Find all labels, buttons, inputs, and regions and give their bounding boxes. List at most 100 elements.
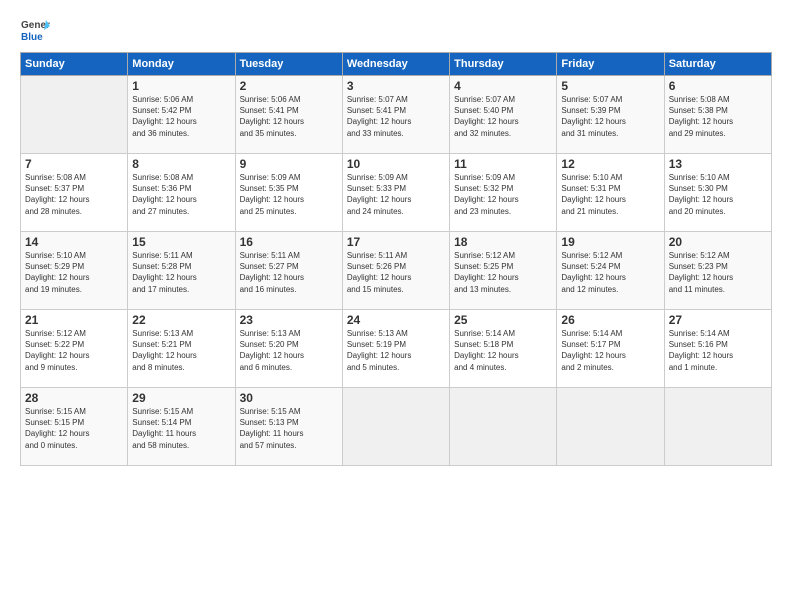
day-info: Sunrise: 5:07 AM Sunset: 5:41 PM Dayligh… [347,94,445,139]
day-number: 20 [669,235,767,249]
day-number: 26 [561,313,659,327]
calendar-table: SundayMondayTuesdayWednesdayThursdayFrid… [20,52,772,466]
header: General Blue [20,16,772,42]
day-info: Sunrise: 5:09 AM Sunset: 5:32 PM Dayligh… [454,172,552,217]
day-number: 15 [132,235,230,249]
day-number: 28 [25,391,123,405]
day-cell: 25Sunrise: 5:14 AM Sunset: 5:18 PM Dayli… [450,310,557,388]
day-cell: 9Sunrise: 5:09 AM Sunset: 5:35 PM Daylig… [235,154,342,232]
week-row-2: 7Sunrise: 5:08 AM Sunset: 5:37 PM Daylig… [21,154,772,232]
col-header-monday: Monday [128,53,235,76]
day-number: 16 [240,235,338,249]
day-number: 23 [240,313,338,327]
day-number: 6 [669,79,767,93]
day-info: Sunrise: 5:13 AM Sunset: 5:19 PM Dayligh… [347,328,445,373]
day-number: 12 [561,157,659,171]
day-info: Sunrise: 5:11 AM Sunset: 5:27 PM Dayligh… [240,250,338,295]
day-info: Sunrise: 5:08 AM Sunset: 5:36 PM Dayligh… [132,172,230,217]
day-number: 3 [347,79,445,93]
day-info: Sunrise: 5:14 AM Sunset: 5:18 PM Dayligh… [454,328,552,373]
week-row-1: 1Sunrise: 5:06 AM Sunset: 5:42 PM Daylig… [21,76,772,154]
logo: General Blue [20,16,50,42]
day-info: Sunrise: 5:10 AM Sunset: 5:31 PM Dayligh… [561,172,659,217]
day-cell [450,388,557,466]
day-number: 18 [454,235,552,249]
day-info: Sunrise: 5:13 AM Sunset: 5:21 PM Dayligh… [132,328,230,373]
day-cell: 1Sunrise: 5:06 AM Sunset: 5:42 PM Daylig… [128,76,235,154]
day-number: 9 [240,157,338,171]
day-cell: 3Sunrise: 5:07 AM Sunset: 5:41 PM Daylig… [342,76,449,154]
day-cell [342,388,449,466]
day-cell: 21Sunrise: 5:12 AM Sunset: 5:22 PM Dayli… [21,310,128,388]
day-cell: 8Sunrise: 5:08 AM Sunset: 5:36 PM Daylig… [128,154,235,232]
day-number: 27 [669,313,767,327]
col-header-friday: Friday [557,53,664,76]
week-row-4: 21Sunrise: 5:12 AM Sunset: 5:22 PM Dayli… [21,310,772,388]
day-cell: 20Sunrise: 5:12 AM Sunset: 5:23 PM Dayli… [664,232,771,310]
day-number: 22 [132,313,230,327]
svg-text:Blue: Blue [21,32,43,42]
day-info: Sunrise: 5:09 AM Sunset: 5:33 PM Dayligh… [347,172,445,217]
day-info: Sunrise: 5:15 AM Sunset: 5:15 PM Dayligh… [25,406,123,451]
day-info: Sunrise: 5:13 AM Sunset: 5:20 PM Dayligh… [240,328,338,373]
day-cell: 14Sunrise: 5:10 AM Sunset: 5:29 PM Dayli… [21,232,128,310]
day-info: Sunrise: 5:12 AM Sunset: 5:22 PM Dayligh… [25,328,123,373]
day-info: Sunrise: 5:12 AM Sunset: 5:25 PM Dayligh… [454,250,552,295]
col-header-sunday: Sunday [21,53,128,76]
day-number: 13 [669,157,767,171]
day-number: 30 [240,391,338,405]
day-info: Sunrise: 5:12 AM Sunset: 5:24 PM Dayligh… [561,250,659,295]
day-info: Sunrise: 5:11 AM Sunset: 5:26 PM Dayligh… [347,250,445,295]
day-info: Sunrise: 5:08 AM Sunset: 5:37 PM Dayligh… [25,172,123,217]
day-number: 17 [347,235,445,249]
day-cell: 18Sunrise: 5:12 AM Sunset: 5:25 PM Dayli… [450,232,557,310]
day-info: Sunrise: 5:15 AM Sunset: 5:13 PM Dayligh… [240,406,338,451]
day-number: 24 [347,313,445,327]
day-cell: 28Sunrise: 5:15 AM Sunset: 5:15 PM Dayli… [21,388,128,466]
day-info: Sunrise: 5:10 AM Sunset: 5:29 PM Dayligh… [25,250,123,295]
day-cell: 13Sunrise: 5:10 AM Sunset: 5:30 PM Dayli… [664,154,771,232]
day-cell [664,388,771,466]
day-info: Sunrise: 5:15 AM Sunset: 5:14 PM Dayligh… [132,406,230,451]
day-cell: 19Sunrise: 5:12 AM Sunset: 5:24 PM Dayli… [557,232,664,310]
day-cell: 30Sunrise: 5:15 AM Sunset: 5:13 PM Dayli… [235,388,342,466]
day-info: Sunrise: 5:11 AM Sunset: 5:28 PM Dayligh… [132,250,230,295]
day-info: Sunrise: 5:09 AM Sunset: 5:35 PM Dayligh… [240,172,338,217]
logo-icon: General Blue [20,16,50,42]
day-number: 14 [25,235,123,249]
day-cell: 5Sunrise: 5:07 AM Sunset: 5:39 PM Daylig… [557,76,664,154]
week-row-5: 28Sunrise: 5:15 AM Sunset: 5:15 PM Dayli… [21,388,772,466]
day-cell: 2Sunrise: 5:06 AM Sunset: 5:41 PM Daylig… [235,76,342,154]
header-row: SundayMondayTuesdayWednesdayThursdayFrid… [21,53,772,76]
day-cell: 11Sunrise: 5:09 AM Sunset: 5:32 PM Dayli… [450,154,557,232]
day-info: Sunrise: 5:06 AM Sunset: 5:41 PM Dayligh… [240,94,338,139]
day-cell: 26Sunrise: 5:14 AM Sunset: 5:17 PM Dayli… [557,310,664,388]
week-row-3: 14Sunrise: 5:10 AM Sunset: 5:29 PM Dayli… [21,232,772,310]
page: General Blue SundayMondayTuesdayWednesda… [0,0,792,612]
day-cell: 23Sunrise: 5:13 AM Sunset: 5:20 PM Dayli… [235,310,342,388]
col-header-wednesday: Wednesday [342,53,449,76]
day-number: 25 [454,313,552,327]
day-cell: 4Sunrise: 5:07 AM Sunset: 5:40 PM Daylig… [450,76,557,154]
day-cell: 16Sunrise: 5:11 AM Sunset: 5:27 PM Dayli… [235,232,342,310]
day-cell: 15Sunrise: 5:11 AM Sunset: 5:28 PM Dayli… [128,232,235,310]
day-cell: 10Sunrise: 5:09 AM Sunset: 5:33 PM Dayli… [342,154,449,232]
day-number: 19 [561,235,659,249]
day-info: Sunrise: 5:12 AM Sunset: 5:23 PM Dayligh… [669,250,767,295]
day-cell: 27Sunrise: 5:14 AM Sunset: 5:16 PM Dayli… [664,310,771,388]
col-header-saturday: Saturday [664,53,771,76]
day-number: 8 [132,157,230,171]
day-cell: 6Sunrise: 5:08 AM Sunset: 5:38 PM Daylig… [664,76,771,154]
day-info: Sunrise: 5:06 AM Sunset: 5:42 PM Dayligh… [132,94,230,139]
day-number: 1 [132,79,230,93]
day-number: 10 [347,157,445,171]
day-number: 2 [240,79,338,93]
day-cell: 12Sunrise: 5:10 AM Sunset: 5:31 PM Dayli… [557,154,664,232]
day-info: Sunrise: 5:07 AM Sunset: 5:39 PM Dayligh… [561,94,659,139]
day-number: 5 [561,79,659,93]
day-info: Sunrise: 5:14 AM Sunset: 5:16 PM Dayligh… [669,328,767,373]
day-info: Sunrise: 5:14 AM Sunset: 5:17 PM Dayligh… [561,328,659,373]
day-cell: 29Sunrise: 5:15 AM Sunset: 5:14 PM Dayli… [128,388,235,466]
day-info: Sunrise: 5:10 AM Sunset: 5:30 PM Dayligh… [669,172,767,217]
col-header-thursday: Thursday [450,53,557,76]
